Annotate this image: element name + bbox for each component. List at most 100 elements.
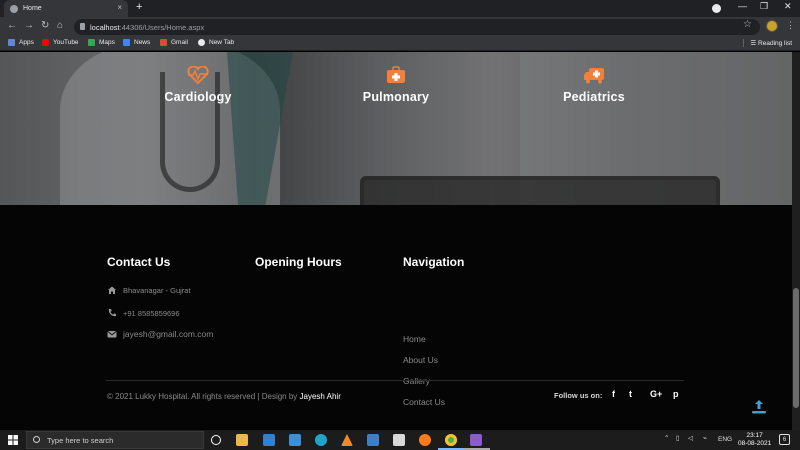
news-icon: [123, 39, 130, 46]
service-cardiology[interactable]: Cardiology: [128, 66, 268, 104]
navigation-heading: Navigation: [403, 255, 465, 269]
language-indicator[interactable]: ENG: [718, 436, 732, 443]
address-bar[interactable]: localhost :44306/Users/Home.aspx: [74, 19, 760, 35]
twitter-icon[interactable]: t: [629, 389, 632, 399]
bookmark-youtube[interactable]: YouTube: [42, 39, 79, 46]
service-label: Cardiology: [164, 90, 232, 104]
store-app-icon[interactable]: [263, 434, 275, 446]
home-icon: [108, 286, 116, 294]
bookmark-gmail[interactable]: Gmail: [160, 39, 188, 46]
address-text: Bhavanagar - Gujrat: [123, 285, 191, 295]
medical-kit-icon: [387, 66, 405, 83]
cortana-icon[interactable]: [211, 435, 221, 445]
browser-toolbar: ← → ↻ ⌂ localhost :44306/Users/Home.aspx…: [0, 17, 800, 37]
phone-text: +91 8585859696: [123, 308, 180, 318]
bookmark-label: New Tab: [209, 39, 235, 46]
maps-icon: [88, 39, 95, 46]
lock-icon: [80, 23, 85, 30]
services-hero-band: Cardiology Pulmonary Pediatrics: [0, 52, 792, 205]
firefox-icon[interactable]: [419, 434, 431, 446]
edge-icon[interactable]: [315, 434, 327, 446]
home-button[interactable]: ⌂: [57, 20, 63, 31]
battery-icon[interactable]: ▯: [676, 434, 680, 442]
globe-icon: [10, 4, 18, 13]
file-explorer-icon[interactable]: [236, 434, 248, 446]
python-icon[interactable]: [367, 434, 379, 446]
browser-title-bar: Home × + — ❐ ✕: [0, 0, 800, 17]
nav-link-gallery[interactable]: Gallery: [403, 376, 430, 386]
facebook-icon[interactable]: f: [612, 389, 615, 399]
reading-list-icon: ☰: [750, 40, 759, 47]
contact-phone: +91 8585859696: [107, 308, 180, 318]
url-path: :44306/Users/Home.aspx: [119, 22, 205, 32]
footer-divider: [106, 380, 684, 381]
bookmark-label: YouTube: [53, 39, 79, 46]
designer-link[interactable]: Jayesh Ahir: [300, 392, 341, 401]
taskbar-search-input[interactable]: Type here to search: [26, 431, 204, 449]
network-icon[interactable]: ⌁: [703, 434, 707, 442]
heartbeat-icon: [187, 66, 209, 84]
scroll-to-top-icon[interactable]: [750, 399, 768, 415]
visual-studio-icon[interactable]: [470, 434, 482, 446]
opening-hours-heading: Opening Hours: [255, 255, 342, 269]
forward-button[interactable]: →: [24, 20, 34, 31]
bookmark-news[interactable]: News: [123, 39, 150, 46]
tab-close-icon[interactable]: ×: [117, 3, 122, 12]
service-pulmonary[interactable]: Pulmonary: [326, 66, 466, 104]
chrome-menu-button[interactable]: ⋮: [786, 20, 795, 31]
minimize-button[interactable]: —: [738, 1, 747, 11]
google-plus-icon[interactable]: G+: [650, 389, 662, 399]
restore-button[interactable]: ❐: [760, 1, 768, 12]
service-pediatrics[interactable]: Pediatrics: [524, 66, 664, 104]
taskbar-clock[interactable]: 23:17 08-08-2021: [738, 432, 771, 448]
gmail-icon: [160, 39, 167, 46]
envelope-icon: [107, 331, 117, 338]
contact-email[interactable]: jayesh@gmail.com.com: [107, 329, 213, 339]
tray-overflow-icon[interactable]: ⌃: [664, 434, 669, 442]
new-tab-button[interactable]: +: [136, 1, 142, 13]
notification-center-icon[interactable]: 6: [779, 434, 790, 445]
profile-avatar[interactable]: [766, 20, 778, 32]
browser-tab-home[interactable]: Home ×: [4, 0, 128, 17]
nav-link-about-us[interactable]: About Us: [403, 355, 438, 365]
volume-icon[interactable]: ◁: [688, 434, 693, 442]
phone-icon: [108, 309, 116, 317]
vlc-icon[interactable]: [341, 434, 353, 446]
bookmark-label: Gmail: [171, 39, 188, 46]
scrollbar-thumb[interactable]: [793, 288, 799, 408]
chrome-icon[interactable]: [445, 434, 457, 446]
nav-link-contact-us[interactable]: Contact Us: [403, 397, 445, 407]
follow-us-label: Follow us on:: [554, 391, 603, 400]
bookmark-maps[interactable]: Maps: [88, 39, 115, 46]
search-icon: [33, 436, 40, 443]
service-label: Pediatrics: [563, 90, 625, 104]
page-viewport: Cardiology Pulmonary Pediatrics Contact …: [0, 52, 792, 430]
reading-list-button[interactable]: ☰ Reading list: [743, 39, 792, 48]
reading-list-label: Reading list: [758, 40, 792, 47]
service-label: Pulmonary: [362, 90, 430, 104]
pinterest-icon[interactable]: p: [673, 389, 679, 399]
windows-start-icon[interactable]: [8, 435, 18, 445]
bookmark-apps[interactable]: Apps: [8, 39, 34, 46]
bookmark-star-icon[interactable]: ☆: [743, 19, 752, 30]
reload-button[interactable]: ↻: [41, 20, 49, 31]
mail-icon[interactable]: [289, 434, 301, 446]
store-bag-icon[interactable]: [393, 434, 405, 446]
clock-date: 08-08-2021: [738, 440, 772, 447]
bookmarks-bar: Apps YouTube Maps News Gmail New Tab ☰ R…: [0, 37, 800, 51]
bookmark-new-tab[interactable]: New Tab: [198, 39, 234, 46]
clock-time: 23:17: [746, 432, 763, 439]
close-window-button[interactable]: ✕: [784, 1, 792, 12]
apps-grid-icon: [8, 39, 15, 46]
chrome-profile-icon[interactable]: [712, 4, 721, 13]
email-text: jayesh@gmail.com.com: [123, 329, 214, 339]
bookmark-label: Apps: [19, 39, 34, 46]
bookmark-label: News: [134, 39, 151, 46]
ambulance-icon: [584, 68, 604, 84]
divider: [743, 39, 745, 48]
bookmark-label: Maps: [99, 39, 115, 46]
copyright-prefix: © 2021 Lukky Hospital. All rights reserv…: [107, 392, 300, 401]
nav-link-home[interactable]: Home: [403, 334, 426, 344]
back-button[interactable]: ←: [7, 20, 17, 31]
url-host: localhost: [90, 22, 120, 32]
